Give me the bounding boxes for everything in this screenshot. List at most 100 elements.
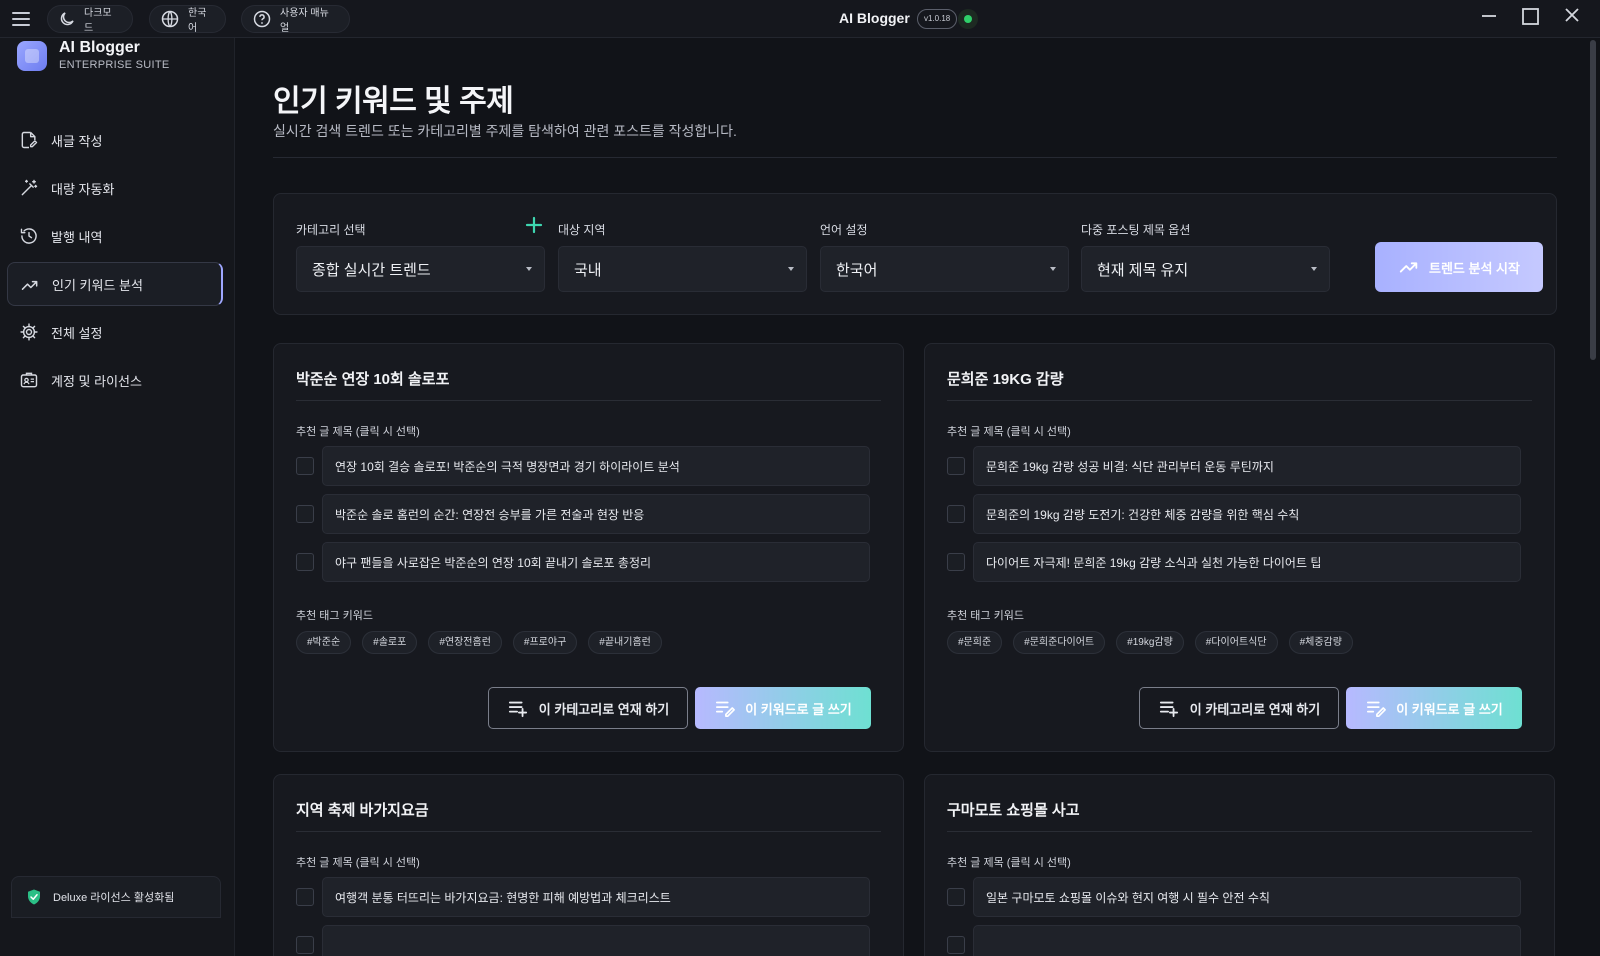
- add-category-button[interactable]: [524, 215, 544, 235]
- scrollbar[interactable]: [1590, 40, 1596, 360]
- maximize-icon: [1522, 8, 1539, 25]
- title-checkbox[interactable]: [947, 553, 965, 571]
- tag-chip[interactable]: #연장전홈런: [428, 631, 502, 654]
- user-manual-button[interactable]: 사용자 매뉴얼: [241, 5, 350, 34]
- title-checkbox[interactable]: [296, 888, 314, 906]
- language-label: 한국어: [188, 8, 207, 34]
- sidebar-item-new-post[interactable]: 새글 작성: [7, 118, 223, 162]
- close-icon: [1565, 8, 1579, 22]
- menu-icon[interactable]: [12, 11, 32, 27]
- suggested-title[interactable]: 문희준의 19kg 감량 도전기: 건강한 체중 감량을 위한 핵심 수칙: [973, 494, 1521, 534]
- suggested-title[interactable]: 일본 구마모토 쇼핑몰 이슈와 현지 여행 시 필수 안전 수칙: [973, 877, 1521, 917]
- app-logo: [17, 41, 47, 71]
- edit-note-icon: [716, 701, 736, 718]
- suggested-title-row: 일본 구마모토 쇼핑몰 이슈와 현지 여행 시 필수 안전 수칙: [947, 877, 1532, 917]
- language-value: 한국어: [836, 261, 878, 279]
- suggested-title[interactable]: 연장 10회 결승 솔로포! 박준순의 극적 명장면과 경기 하이라이트 분석: [322, 446, 870, 486]
- filter-panel: 카테고리 선택 종합 실시간 트렌드 대상 지역 국내 언어 설정 한국어 다중…: [273, 193, 1557, 315]
- title-checkbox[interactable]: [947, 505, 965, 523]
- suggested-title-row: 문희준의 19kg 감량 도전기: 건강한 체중 감량을 위한 핵심 수칙: [947, 494, 1532, 534]
- magic-wand-icon: [21, 179, 38, 196]
- series-button-label: 이 카테고리로 연재 하기: [1189, 701, 1321, 717]
- category-label: 카테고리 선택: [296, 223, 366, 237]
- maximize-button[interactable]: [1515, 4, 1545, 32]
- title-option-value: 현재 제목 유지: [1097, 261, 1189, 279]
- dark-mode-label: 다크모드: [84, 8, 112, 34]
- suggested-titles-label: 추천 글 제목 (클릭 시 선택): [296, 426, 420, 438]
- title-checkbox[interactable]: [296, 553, 314, 571]
- start-trend-analysis-button[interactable]: 트렌드 분석 시작: [1375, 242, 1543, 292]
- suggested-title-row: 박준순 솔로 홈런의 순간: 연장전 승부를 가른 전술과 현장 반응: [296, 494, 881, 534]
- caret-down-icon: [526, 267, 532, 271]
- license-icon: [20, 372, 38, 388]
- app-title: AI Blogger: [839, 10, 910, 26]
- write-with-keyword-button[interactable]: 이 키워드로 글 쓰기: [1346, 687, 1522, 729]
- suggested-title-row: [947, 925, 1532, 956]
- suggested-title[interactable]: 야구 팬들을 사로잡은 박준순의 연장 10회 끝내기 솔로포 총정리: [322, 542, 870, 582]
- sidebar-item-trending-keywords[interactable]: 인기 키워드 분석: [7, 262, 223, 306]
- title-checkbox[interactable]: [296, 936, 314, 954]
- sidebar-item-account-license[interactable]: 계정 및 라이선스: [7, 358, 223, 402]
- suggested-title[interactable]: 여행객 분통 터뜨리는 바가지요금: 현명한 피해 예방법과 체크리스트: [322, 877, 870, 917]
- tag-chip[interactable]: #다이어트식단: [1194, 631, 1278, 654]
- title-option-label: 다중 포스팅 제목 옵션: [1081, 223, 1191, 237]
- suggested-titles-label: 추천 글 제목 (클릭 시 선택): [296, 857, 420, 869]
- region-value: 국내: [574, 261, 602, 279]
- write-button-label: 이 키워드로 글 쓰기: [745, 701, 852, 717]
- suggested-title[interactable]: 박준순 솔로 홈런의 순간: 연장전 승부를 가른 전술과 현장 반응: [322, 494, 870, 534]
- keyword-card: 문희준 19KG 감량 추천 글 제목 (클릭 시 선택) 문희준 19kg 감…: [924, 343, 1555, 752]
- keyword-title: 문희준 19KG 감량: [947, 371, 1064, 388]
- sidebar-item-label: 새글 작성: [51, 133, 103, 149]
- tag-chip[interactable]: #문희준다이어트: [1013, 631, 1106, 654]
- minimize-button[interactable]: [1474, 4, 1504, 32]
- tag-chip[interactable]: #19kg감량: [1116, 631, 1184, 654]
- card-divider: [947, 400, 1532, 401]
- license-status: Deluxe 라이선스 활성화됨: [11, 876, 221, 918]
- header-divider: [273, 157, 1557, 158]
- language-selector[interactable]: 한국어: [149, 5, 226, 34]
- title-checkbox[interactable]: [296, 505, 314, 523]
- close-button[interactable]: [1557, 4, 1587, 32]
- category-select[interactable]: 종합 실시간 트렌드: [296, 246, 545, 292]
- license-label: Deluxe 라이선스 활성화됨: [53, 892, 175, 904]
- caret-down-icon: [1050, 267, 1056, 271]
- series-category-button[interactable]: 이 카테고리로 연재 하기: [488, 687, 688, 729]
- language-setting-label: 언어 설정: [820, 223, 868, 237]
- title-checkbox[interactable]: [296, 457, 314, 475]
- gear-icon: [20, 323, 38, 341]
- page-subtitle: 실시간 검색 트렌드 또는 카테고리별 주제를 탐색하여 관련 포스트를 작성합…: [273, 123, 737, 139]
- caret-down-icon: [788, 267, 794, 271]
- write-with-keyword-button[interactable]: 이 키워드로 글 쓰기: [695, 687, 871, 729]
- trending-icon: [21, 280, 38, 290]
- series-category-button[interactable]: 이 카테고리로 연재 하기: [1139, 687, 1339, 729]
- region-select[interactable]: 국내: [558, 246, 807, 292]
- suggested-title[interactable]: [973, 925, 1521, 956]
- tag-chip[interactable]: #솔로포: [362, 631, 418, 654]
- manual-label: 사용자 매뉴얼: [280, 8, 329, 34]
- sidebar-item-label: 계정 및 라이선스: [51, 373, 142, 389]
- tag-chip[interactable]: #박준순: [296, 631, 352, 654]
- sidebar-item-label: 인기 키워드 분석: [52, 277, 143, 293]
- suggested-title[interactable]: 다이어트 자극제! 문희준 19kg 감량 소식과 실천 가능한 다이어트 팁: [973, 542, 1521, 582]
- tag-list: #박준순 #솔로포 #연장전홈런 #프로야구 #끝내기홈런: [296, 631, 662, 654]
- new-post-icon: [21, 131, 38, 149]
- sidebar-item-history[interactable]: 발행 내역: [7, 214, 223, 258]
- dark-mode-toggle[interactable]: 다크모드: [47, 5, 133, 34]
- tag-chip[interactable]: #문희준: [947, 631, 1003, 654]
- card-divider: [296, 400, 881, 401]
- caret-down-icon: [1311, 267, 1317, 271]
- series-button-label: 이 카테고리로 연재 하기: [538, 701, 670, 717]
- sidebar-item-bulk-automation[interactable]: 대량 자동화: [7, 166, 223, 210]
- language-select[interactable]: 한국어: [820, 246, 1069, 292]
- tag-chip[interactable]: #체중감량: [1288, 631, 1353, 654]
- title-checkbox[interactable]: [947, 936, 965, 954]
- title-checkbox[interactable]: [947, 888, 965, 906]
- sidebar-item-settings[interactable]: 전체 설정: [7, 310, 223, 354]
- tag-chip[interactable]: #끝내기홈런: [588, 631, 662, 654]
- title-checkbox[interactable]: [947, 457, 965, 475]
- tag-chip[interactable]: #프로야구: [512, 631, 578, 654]
- suggested-title[interactable]: [322, 925, 870, 956]
- suggested-title[interactable]: 문희준 19kg 감량 성공 비결: 식단 관리부터 운동 루틴까지: [973, 446, 1521, 486]
- title-option-select[interactable]: 현재 제목 유지: [1081, 246, 1330, 292]
- trending-icon: [1399, 262, 1418, 273]
